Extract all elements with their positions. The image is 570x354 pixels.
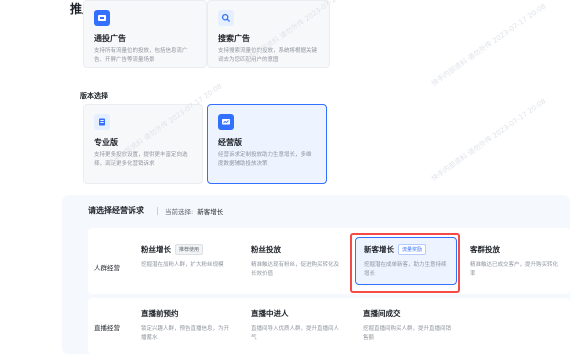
objective-fan-growth[interactable]: 粉丝增长 推荐使用 挖掘潜在加粉人群，扩大粉丝规模 bbox=[133, 238, 241, 276]
current-selection: 当前选择: 新客增长 bbox=[165, 206, 223, 216]
objective-panel-header: 请选择经营诉求 bbox=[88, 206, 144, 215]
objective-fan-delivery[interactable]: 粉丝投放 精准触达现有粉丝，促进购买转化及长效价值 bbox=[243, 238, 351, 284]
watermark: 快手内部资料 请勿外传 2023-07-17 20:08 bbox=[430, 97, 548, 183]
version-section-label: 版本选择 bbox=[80, 92, 108, 100]
feed-ad-title: 通投广告 bbox=[94, 34, 126, 43]
objective-desc: 直播间导入优质人群，提升直播间人气 bbox=[251, 326, 340, 341]
row-label-live: 直播经营 bbox=[94, 324, 120, 332]
search-ad-icon bbox=[218, 10, 234, 26]
objective-desc: 锁定兴趣人群，预告直播信息，为开播蓄水 bbox=[141, 326, 230, 341]
objective-desc: 精准触达现有粉丝，促进购买转化及长效价值 bbox=[251, 262, 340, 277]
objective-desc: 挖掘潜在加粉人群，扩大粉丝规模 bbox=[141, 262, 224, 268]
objective-title-text: 粉丝增长 bbox=[141, 245, 171, 254]
objective-title: 客群投放 bbox=[470, 245, 500, 254]
pro-version-title: 专业版 bbox=[94, 138, 118, 147]
feed-ad-desc: 支持所有流量位的投放，包括信息流广告、开屏广告等流量场景 bbox=[94, 48, 188, 63]
feed-ad-icon bbox=[94, 10, 110, 26]
objective-title: 直播前预约 bbox=[141, 309, 179, 318]
objective-pre-live-booking[interactable]: 直播前预约 锁定兴趣人群，预告直播信息，为开播蓄水 bbox=[133, 302, 241, 348]
panel-divider bbox=[157, 207, 158, 215]
objective-customer-group[interactable]: 客群投放 精准触达已成交客户，提升购买转化率 bbox=[462, 238, 568, 284]
row-label-crowd: 人群经营 bbox=[94, 264, 120, 272]
business-version-icon bbox=[218, 114, 234, 130]
objective-title: 直播间成交 bbox=[363, 309, 401, 318]
highlight-box bbox=[350, 233, 460, 293]
business-version-desc: 经营诉求定制投放助力生意增长，多维度数据辅助投放决策 bbox=[218, 152, 312, 167]
objective-desc: 精准触达已成交客户，提升购买转化率 bbox=[470, 262, 559, 277]
pro-version-icon bbox=[94, 114, 110, 130]
business-version-card[interactable]: 经营版 经营诉求定制投放助力生意增长，多维度数据辅助投放决策 bbox=[207, 104, 327, 184]
search-ad-title: 搜索广告 bbox=[218, 34, 250, 43]
current-selection-value: 新客增长 bbox=[197, 208, 224, 216]
pro-version-desc: 支持更多投放设置，提供更丰富定向选择，满足更多化营销诉求 bbox=[94, 152, 188, 167]
objective-live-conversion[interactable]: 直播间成交 挖掘直播间购买人群，提升直播间销售额 bbox=[355, 302, 463, 348]
current-selection-label: 当前选择: bbox=[165, 208, 194, 216]
business-version-title: 经营版 bbox=[218, 138, 242, 147]
objective-desc: 挖掘直播间购买人群，提升直播间销售额 bbox=[363, 326, 452, 341]
objective-title: 粉丝投放 bbox=[251, 245, 281, 254]
feed-ad-card[interactable]: 通投广告 支持所有流量位的投放，包括信息流广告、开屏广告等流量场景 bbox=[83, 0, 207, 68]
objective-title: 粉丝增长 推荐使用 bbox=[141, 244, 233, 255]
objective-in-live-traffic[interactable]: 直播中进人 直播间导入优质人群，提升直播间人气 bbox=[243, 302, 351, 348]
watermark: 快手内部资料 请勿外传 2023-07-17 20:08 bbox=[430, 2, 548, 88]
objective-title: 直播中进人 bbox=[251, 309, 289, 318]
search-ad-desc: 支持搜索流量位的投放，系统将根据关键词去为您匹配用户的意图 bbox=[218, 48, 318, 63]
recommend-tag: 推荐使用 bbox=[175, 244, 204, 255]
pro-version-card[interactable]: 专业版 支持更多投放设置，提供更丰富定向选择，满足更多化营销诉求 bbox=[83, 104, 203, 184]
search-ad-card[interactable]: 搜索广告 支持搜索流量位的投放，系统将根据关键词去为您匹配用户的意图 bbox=[207, 0, 330, 68]
